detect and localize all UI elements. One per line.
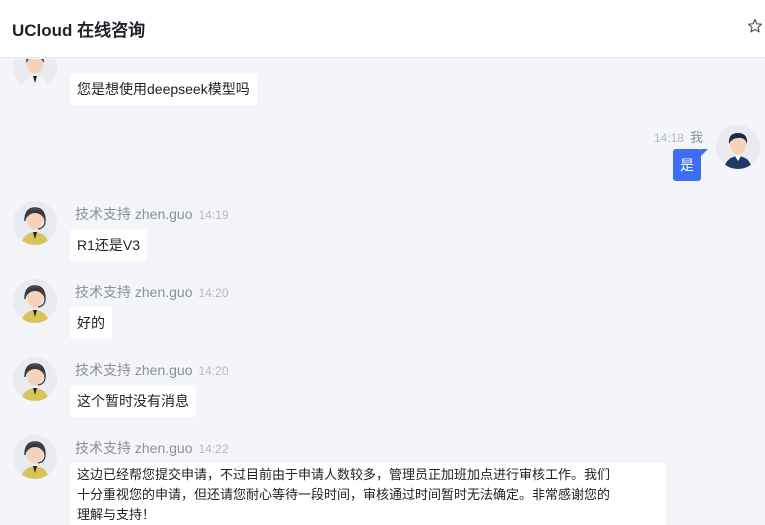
- message-agent: 您是想使用deepseek模型吗: [0, 59, 765, 109]
- message-time: 14:19: [198, 208, 229, 222]
- message-time: 14:22: [198, 442, 229, 456]
- message-bubble: R1还是V3: [70, 229, 148, 261]
- message-self: 14:18 我 是: [0, 121, 765, 183]
- message-bubble: 您是想使用deepseek模型吗: [70, 73, 257, 105]
- message-agent: 技术支持 zhen.guo 14:19 R1还是V3: [0, 201, 765, 265]
- message-meta: 技术支持 zhen.guo 14:22: [75, 438, 229, 458]
- message-bubble: 是: [673, 149, 708, 181]
- message-meta: 技术支持 zhen.guo 14:19: [75, 204, 229, 224]
- message-time: 14:20: [198, 286, 229, 300]
- message-agent: 技术支持 zhen.guo 14:22 这边已经帮您提交申请，不过目前由于申请人数…: [0, 435, 765, 525]
- message-time: 14:20: [198, 364, 229, 378]
- message-bubble: 这边已经帮您提交申请，不过目前由于申请人数较多，管理员正加班加点进行审核工作。我…: [70, 463, 666, 525]
- sender-name: 技术支持 zhen.guo: [75, 206, 193, 222]
- message-line: 理解与支持！: [77, 507, 156, 522]
- agent-avatar: [13, 59, 57, 89]
- agent-avatar: [13, 357, 57, 401]
- sender-name: 技术支持 zhen.guo: [75, 362, 193, 378]
- agent-avatar: [13, 279, 57, 323]
- message-agent: 技术支持 zhen.guo 14:20 好的: [0, 279, 765, 343]
- star-icon[interactable]: [747, 18, 763, 34]
- message-line: 这边已经帮您提交申请，不过目前由于申请人数较多，管理员正加班加点进行审核工作。我…: [77, 467, 611, 482]
- message-bubble: 这个暂时没有消息: [70, 385, 196, 417]
- message-meta: 技术支持 zhen.guo 14:20: [75, 360, 229, 380]
- page-title: UCloud 在线咨询: [12, 21, 146, 40]
- sender-name: 技术支持 zhen.guo: [75, 440, 193, 456]
- message-time: 14:18: [653, 131, 684, 145]
- user-avatar: [716, 125, 760, 169]
- message-list[interactable]: 您是想使用deepseek模型吗 14:18 我 是 技术支持 zhen.guo 1…: [0, 59, 765, 525]
- agent-avatar: [13, 201, 57, 245]
- message-bubble: 好的: [70, 307, 112, 339]
- message-meta: 14:18 我: [654, 127, 703, 146]
- message-line: 十分重视您的申请，但还请您耐心等待一段时间，审核通过时间暂时无法确定。非常感谢您…: [77, 487, 611, 502]
- sender-name: 技术支持 zhen.guo: [75, 284, 193, 300]
- message-meta: 技术支持 zhen.guo 14:20: [75, 282, 229, 302]
- sender-name: 我: [689, 130, 703, 145]
- chat-header: UCloud 在线咨询: [0, 0, 765, 58]
- message-agent: 技术支持 zhen.guo 14:20 这个暂时没有消息: [0, 357, 765, 421]
- agent-avatar: [13, 435, 57, 479]
